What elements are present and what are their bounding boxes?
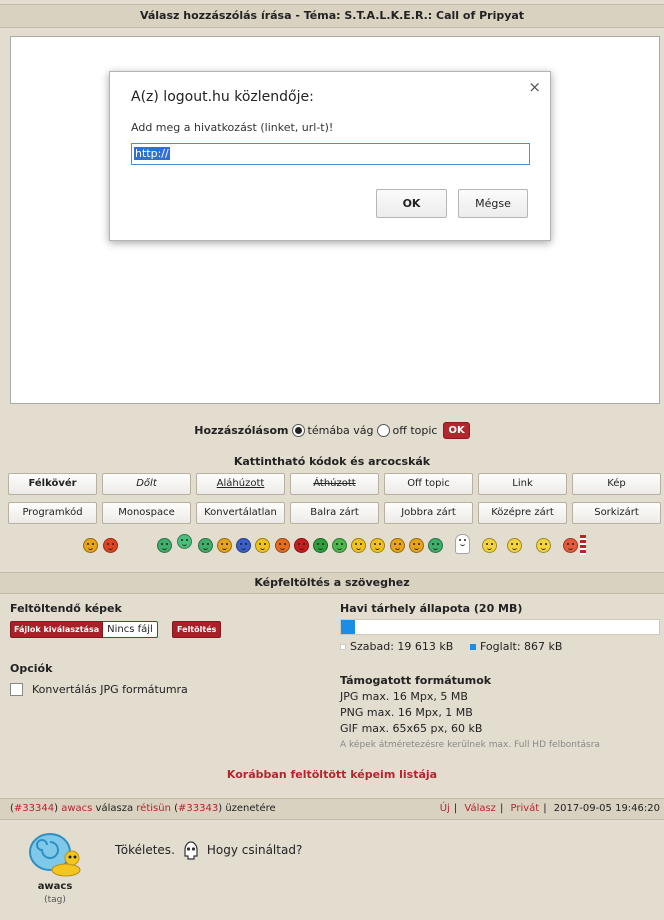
- post-actions: Új | Válasz | Privát | 2017-09-05 19:46:20: [439, 803, 660, 814]
- reply-label: Hozzászólásom: [194, 423, 289, 437]
- happy-icon[interactable]: [217, 538, 232, 553]
- options-label: Opciók: [10, 662, 53, 675]
- smile-icon[interactable]: [507, 538, 522, 553]
- justify-button[interactable]: Sorkizárt: [572, 502, 661, 524]
- post-text-before: Tökéletes.: [115, 843, 175, 857]
- storage-title: Havi tárhely állapota (20 MB): [340, 602, 523, 615]
- reply-link[interactable]: Válasz: [464, 803, 496, 814]
- sleepy-icon[interactable]: [536, 538, 551, 553]
- angry-icon[interactable]: [103, 538, 118, 553]
- unconverted-button[interactable]: Konvertálatlan: [196, 502, 285, 524]
- radio-on-topic-label: témába vág: [307, 423, 374, 437]
- image-button[interactable]: Kép: [572, 473, 661, 495]
- align-left-button[interactable]: Balra zárt: [290, 502, 379, 524]
- formats-title: Támogatott formátumok: [340, 674, 492, 687]
- italic-button[interactable]: Dőlt: [102, 473, 191, 495]
- happy-icon[interactable]: [409, 538, 424, 553]
- post-username[interactable]: awacs: [0, 881, 110, 892]
- exclamation-icon: [580, 535, 586, 555]
- previous-images-link[interactable]: Korábban feltöltött képeim listája: [0, 768, 664, 781]
- green-smile-icon[interactable]: [332, 538, 347, 553]
- confused-icon[interactable]: [482, 538, 497, 553]
- align-center-button[interactable]: Középre zárt: [478, 502, 567, 524]
- smile-icon[interactable]: [351, 538, 366, 553]
- reply-header-title: Válasz hozzászólás írása - Téma: S.T.A.L…: [0, 4, 664, 28]
- post-timestamp: 2017-09-05 19:46:20: [553, 803, 660, 814]
- post-header: (#33344) awacs válasza rétisün (#33343) …: [0, 798, 664, 820]
- smiley-bar: [0, 534, 664, 558]
- private-link[interactable]: Privát: [511, 803, 540, 814]
- convert-jpg-label: Konvertálás JPG formátumra: [32, 683, 188, 696]
- post-meta: (#33344) awacs válasza rétisün (#33343) …: [10, 803, 276, 814]
- post-content: Tökéletes. Hogy csináltad?: [115, 840, 302, 860]
- no-file-text: Nincs fájl: [103, 621, 158, 638]
- blue-face-icon[interactable]: [236, 538, 251, 553]
- strikethrough-button[interactable]: Áthúzott: [290, 473, 379, 495]
- align-right-button[interactable]: Jobbra zárt: [384, 502, 473, 524]
- smile-icon[interactable]: [370, 538, 385, 553]
- red-angry-icon[interactable]: [294, 538, 309, 553]
- bold-button[interactable]: Félkövér: [8, 473, 97, 495]
- storage-free: Szabad: 19 613 kB: [340, 640, 453, 653]
- smile-icon[interactable]: [83, 538, 98, 553]
- upload-section-title: Képfeltöltés a szöveghez: [0, 572, 664, 594]
- author-link[interactable]: awacs: [61, 803, 92, 814]
- storage-bar: [340, 619, 660, 635]
- close-icon[interactable]: ×: [528, 78, 541, 96]
- dialog-title: A(z) logout.hu közlendője:: [131, 89, 314, 105]
- wink-icon[interactable]: [390, 538, 405, 553]
- reply-options-row: Hozzászólásom témába vág off topic OK: [0, 420, 664, 440]
- green-laugh-icon[interactable]: [428, 538, 443, 553]
- code-button[interactable]: Programkód: [8, 502, 97, 524]
- monospace-button[interactable]: Monospace: [102, 502, 191, 524]
- new-link[interactable]: Új: [440, 803, 450, 814]
- choose-files-button[interactable]: Fájlok kiválasztása: [10, 621, 104, 638]
- teeth-icon[interactable]: [198, 538, 213, 553]
- off-topic-button[interactable]: Off topic: [384, 473, 473, 495]
- radio-off-topic-label: off topic: [392, 423, 438, 437]
- underline-button[interactable]: Aláhúzott: [196, 473, 285, 495]
- files-label: Feltöltendő képek: [10, 602, 122, 615]
- dialog-cancel-button[interactable]: Mégse: [458, 189, 528, 218]
- upload-button[interactable]: Feltöltés: [172, 621, 222, 638]
- reply-to-link[interactable]: rétisün: [136, 803, 171, 814]
- link-button[interactable]: Link: [478, 473, 567, 495]
- avatar[interactable]: [28, 828, 82, 880]
- post-user-tag: (tag): [44, 895, 66, 905]
- tongue-icon[interactable]: [275, 538, 290, 553]
- radio-on-topic[interactable]: [291, 423, 305, 437]
- dialog-message: Add meg a hivatkozást (linket, url-t)!: [131, 121, 334, 134]
- shout-icon[interactable]: [563, 538, 578, 553]
- reply-to-id-link[interactable]: #33343: [178, 803, 218, 814]
- url-input-value: http://: [134, 147, 170, 160]
- worried-icon[interactable]: [255, 538, 270, 553]
- prompt-dialog: × A(z) logout.hu közlendője: Add meg a h…: [109, 71, 551, 241]
- post-text-after: Hogy csináltad?: [206, 843, 303, 857]
- format-png: PNG max. 16 Mpx, 1 MB: [340, 706, 473, 719]
- url-input[interactable]: http://: [131, 143, 530, 165]
- format-jpg: JPG max. 16 Mpx, 5 MB: [340, 690, 468, 703]
- file-picker[interactable]: Fájlok kiválasztása Nincs fájl: [10, 621, 158, 638]
- codes-title: Kattintható kódok és arcocskák: [233, 455, 431, 468]
- robot-icon[interactable]: [177, 534, 192, 549]
- resize-note: A képek átméretezésre kerülnek max. Full…: [340, 740, 600, 750]
- storage-used: Foglalt: 867 kB: [470, 640, 562, 653]
- grin-icon[interactable]: [157, 538, 172, 553]
- radio-off-topic[interactable]: [376, 423, 390, 437]
- skull-icon: [184, 841, 198, 860]
- format-gif: GIF max. 65x65 px, 60 kB: [340, 722, 483, 735]
- skull-icon[interactable]: [455, 534, 470, 554]
- reply-ok-button[interactable]: OK: [443, 421, 470, 439]
- convert-jpg-checkbox[interactable]: [10, 683, 23, 696]
- storage-used-fill: [341, 620, 355, 634]
- dialog-ok-button[interactable]: OK: [376, 189, 447, 218]
- post-id-link[interactable]: #33344: [14, 803, 54, 814]
- green-grin-icon[interactable]: [313, 538, 328, 553]
